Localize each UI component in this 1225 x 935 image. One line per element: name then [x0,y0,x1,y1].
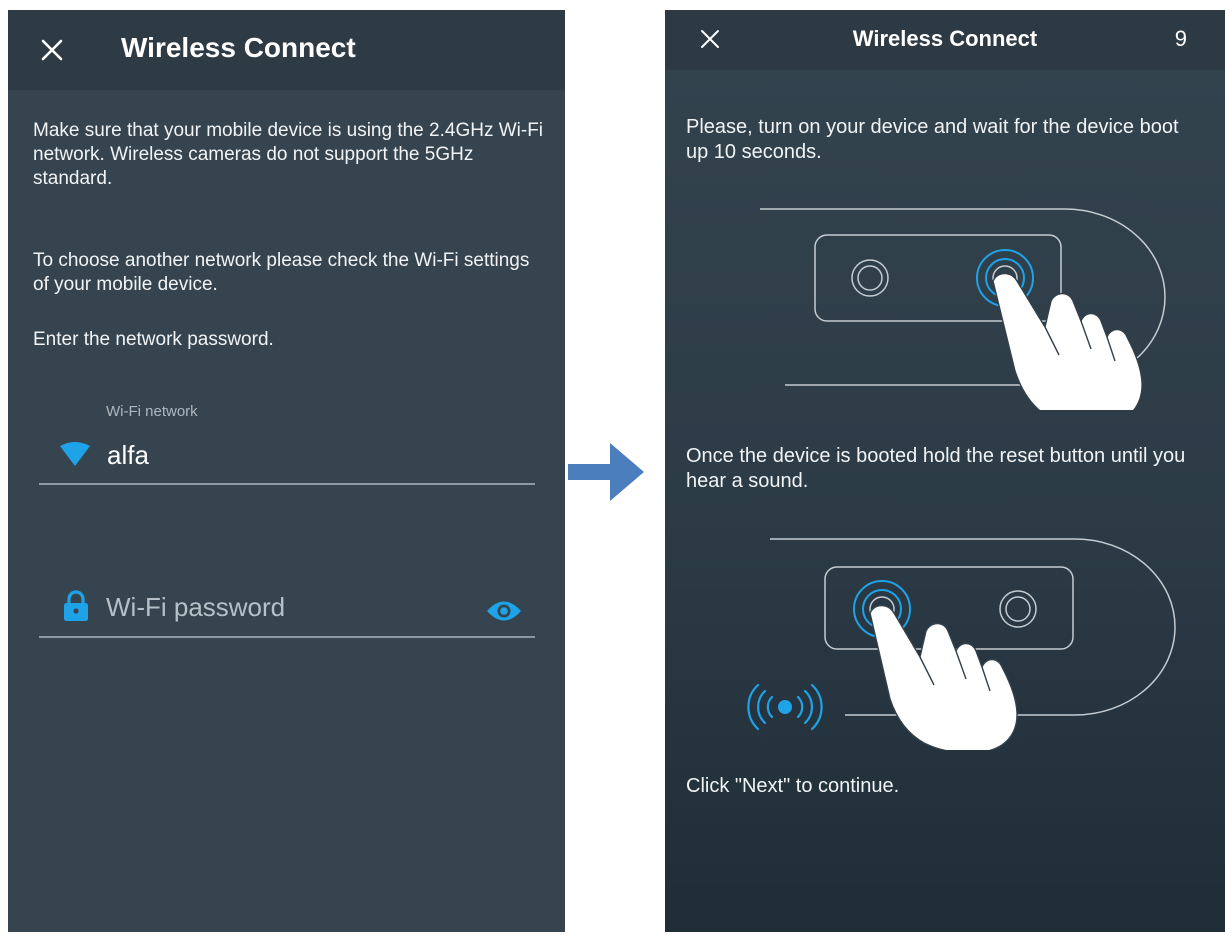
close-button[interactable] [34,32,70,68]
frequency-info-text: Make sure that your mobile device is usi… [33,120,544,189]
step1-instruction: Please, turn on your device and wait for… [686,116,1179,163]
hand-pointer-icon [992,272,1143,410]
device-button-right [999,590,1037,628]
app-header: Wireless Connect 9 [665,10,1225,70]
page-title: Wireless Connect [852,26,1038,51]
wifi-network-underline [39,483,535,485]
device-button-left [851,259,889,297]
wifi-password-underline [39,636,535,638]
step2-instruction: Once the device is booted hold the reset… [686,445,1186,492]
page-title: Wireless Connect [121,32,356,63]
wifi-network-label: Wi-Fi network [106,403,198,420]
password-prompt-text: Enter the network password. [33,329,274,350]
step-counter: 9 [1174,26,1187,51]
network-info-text: To choose another network please check t… [33,250,530,295]
app-header: Wireless Connect [8,10,565,90]
power-on-illustration [760,208,1166,410]
reset-illustration [747,538,1176,750]
device-reset-screen: Wireless Connect 9 Please, turn on your … [665,10,1225,932]
wifi-icon [60,442,90,466]
sound-waves-icon [747,683,823,731]
wifi-network-value[interactable]: alfa [107,439,149,471]
wifi-password-input[interactable] [104,588,478,626]
lock-icon [64,590,88,621]
continue-instruction: Click "Next" to continue. [686,775,900,797]
eye-icon[interactable] [486,598,522,624]
close-icon [41,39,63,61]
wifi-setup-screen: Wireless Connect Make sure that your mob… [8,10,565,932]
arrow-right-icon [568,443,644,501]
hand-pointer-icon [869,604,1018,750]
